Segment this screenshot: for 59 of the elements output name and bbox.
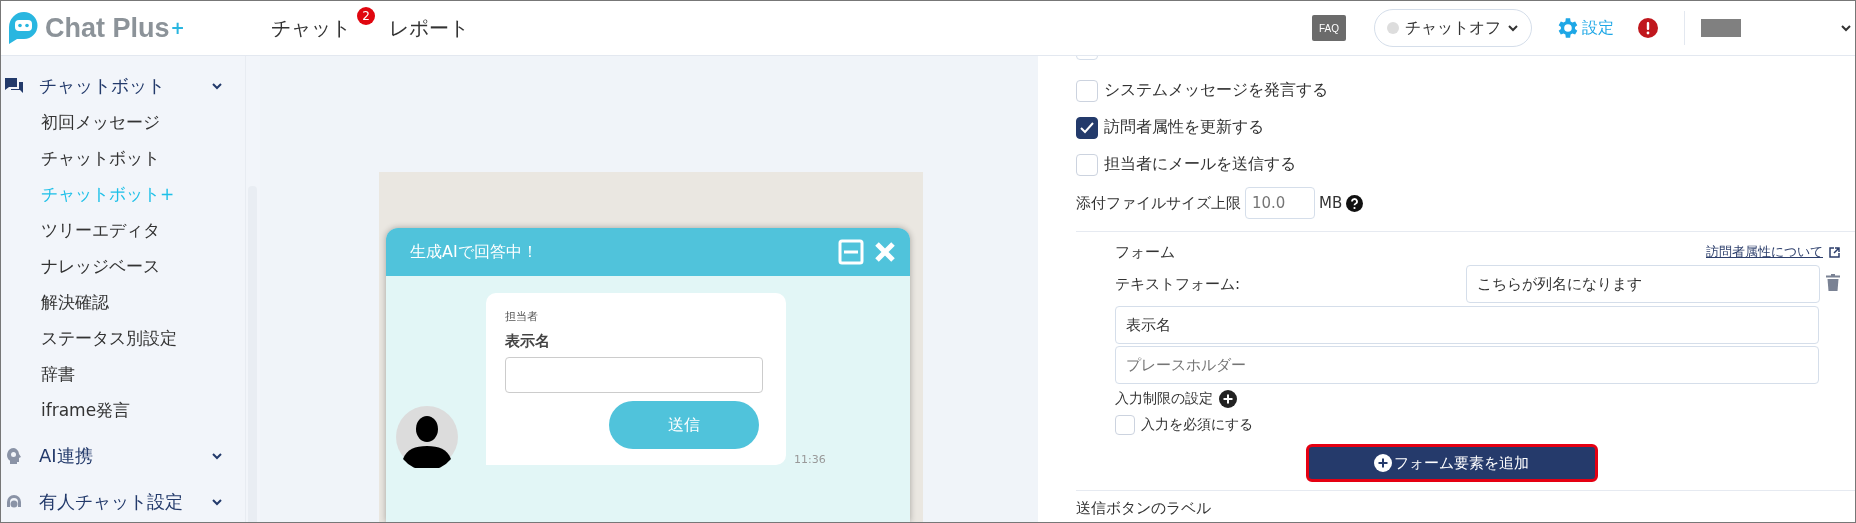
sidebar-group[interactable]: AI連携	[1, 438, 245, 474]
chevron-down-icon	[211, 82, 223, 90]
plus-icon[interactable]	[1219, 390, 1237, 408]
add-form-element-button[interactable]: フォーム要素を追加	[1305, 444, 1598, 482]
chevron-down-icon	[211, 498, 223, 506]
logo-mark: +	[170, 18, 185, 38]
user-name-mask	[1701, 19, 1741, 37]
sidebar-item[interactable]: ナレッジベース	[1, 248, 160, 284]
field-label: 添付ファイルサイズ上限	[1076, 193, 1241, 213]
plus-icon	[1374, 454, 1392, 472]
external-link-icon	[1829, 246, 1840, 258]
widget-title: 生成AIで回答中！	[410, 241, 539, 263]
chat-icon	[5, 78, 23, 94]
sidebar-item[interactable]: iframe発言	[1, 392, 131, 428]
checkbox-label: 訪問者属性を更新する	[1104, 117, 1264, 138]
checkbox-label: 入力を必須にする	[1141, 416, 1253, 434]
trash-icon[interactable]	[1826, 274, 1840, 291]
sidebar-group[interactable]: チャットボット	[1, 68, 245, 104]
sidebar-item[interactable]: チャットボット	[1, 140, 160, 176]
avatar-icon	[396, 406, 458, 468]
head-icon	[5, 447, 23, 465]
scrollbar-thumb[interactable]	[248, 186, 257, 522]
placeholder-field[interactable]: プレースホルダー	[1115, 346, 1819, 384]
logo-text: Chat Plus	[45, 12, 170, 44]
size-field[interactable]: 10.0	[1245, 187, 1315, 219]
form-type-label: テキストフォーム:	[1115, 274, 1242, 294]
checkbox-label: システムメッセージを発言する	[1104, 80, 1328, 101]
unit-label: MB	[1319, 194, 1343, 212]
faq-icon[interactable]: FAQ	[1312, 15, 1346, 41]
sidebar-group[interactable]: 有人チャット設定	[1, 484, 245, 520]
sidebar-item[interactable]: 解決確認	[1, 284, 109, 320]
checkbox[interactable]	[1076, 116, 1098, 139]
checkbox-label: 担当者にメールを送信する	[1104, 154, 1296, 175]
minimize-icon[interactable]	[838, 239, 864, 265]
nav-link[interactable]: チャット	[271, 14, 351, 42]
close-icon[interactable]	[874, 241, 896, 263]
alert-icon[interactable]	[1638, 18, 1658, 38]
sender-name: 担当者	[505, 309, 539, 324]
message-time: 11:36	[794, 453, 826, 466]
display-name-field[interactable]: 表示名	[1115, 306, 1819, 344]
input-field[interactable]	[505, 357, 763, 393]
sidebar-item[interactable]: 初回メッセージ	[1, 104, 160, 140]
caret-icon[interactable]	[1841, 24, 1851, 32]
section-title: フォーム	[1115, 242, 1175, 262]
sidebar-item[interactable]: 辞書	[1, 356, 75, 392]
count-badge: 2	[357, 6, 375, 25]
status-dropdown[interactable]: チャットオフ	[1374, 9, 1532, 47]
chevron-down-icon	[211, 452, 223, 460]
check-icon	[1079, 120, 1095, 135]
field-label: 表示名	[505, 332, 551, 351]
help-icon[interactable]	[1346, 194, 1364, 212]
nav-link[interactable]: レポート	[389, 14, 469, 42]
section-title: 送信ボタンのラベル	[1076, 499, 1212, 518]
column-name-field[interactable]: こちらが列名になります	[1466, 265, 1820, 303]
sidebar-item[interactable]: ツリーエディタ	[1, 212, 160, 248]
caret-icon	[1507, 24, 1519, 32]
sidebar-item[interactable]: ステータス別設定	[1, 320, 177, 356]
restriction-label: 入力制限の設定	[1115, 390, 1213, 408]
attribute-link[interactable]: 訪問者属性について	[1706, 243, 1840, 261]
